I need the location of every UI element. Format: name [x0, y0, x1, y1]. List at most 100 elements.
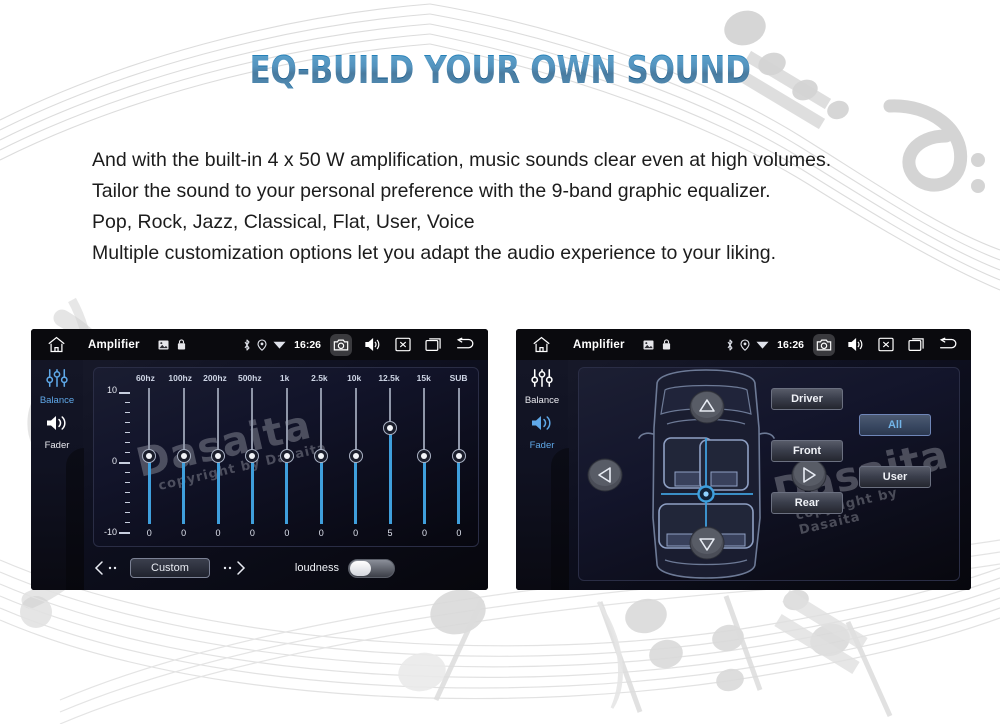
- home-icon[interactable]: [47, 336, 66, 353]
- eq-slider-thumb[interactable]: [348, 449, 363, 463]
- band-label-0: 60hz: [135, 373, 155, 383]
- volume-icon[interactable]: [361, 334, 383, 356]
- preset-front-button[interactable]: Front: [771, 440, 843, 462]
- loudness-toggle[interactable]: [347, 558, 395, 578]
- gain-scale: 10 0 -10: [100, 385, 130, 540]
- bluetooth-icon: [244, 338, 250, 351]
- band-label-9: SUB: [449, 373, 468, 383]
- chevron-right-icon[interactable]: [222, 560, 247, 576]
- eq-slider-1k[interactable]: 0: [270, 388, 304, 538]
- band-label-4: 1k: [279, 373, 290, 383]
- rail-item-fader-label: Fader: [529, 440, 555, 451]
- eq-slider-15k[interactable]: 0: [407, 388, 441, 538]
- eq-slider-value-5: 0: [318, 528, 324, 538]
- back-icon[interactable]: [937, 334, 959, 356]
- lock-icon: [662, 339, 670, 350]
- fader-preset-buttons: Driver Front Rear All User: [769, 384, 949, 564]
- band-label-5: 2.5k: [311, 373, 328, 383]
- band-label-1: 100hz: [168, 373, 192, 383]
- eq-slider-500hz[interactable]: 0: [235, 388, 269, 538]
- status-bar-title: Amplifier: [88, 338, 140, 351]
- location-icon: [257, 338, 267, 351]
- arrow-left-icon[interactable]: [587, 458, 623, 492]
- eq-slider-thumb[interactable]: [279, 449, 294, 463]
- band-label-7: 12.5k: [378, 373, 400, 383]
- close-box-icon[interactable]: [875, 334, 897, 356]
- home-icon[interactable]: [532, 336, 551, 353]
- status-bar-mini-icons: [643, 339, 671, 350]
- eq-slider-sub[interactable]: 0: [442, 388, 476, 538]
- rail-item-balance-label: Balance: [39, 395, 75, 406]
- preset-driver-button[interactable]: Driver: [771, 388, 843, 410]
- eq-sliders: 0 0 0 0 0 0 0 5 0 0: [132, 388, 476, 538]
- eq-slider-thumb[interactable]: [176, 449, 191, 463]
- bluetooth-icon: [727, 338, 733, 351]
- preset-user-button[interactable]: User: [859, 466, 931, 488]
- dots-icon: [108, 566, 117, 570]
- band-label-3: 500hz: [237, 373, 262, 383]
- eq-slider-value-7: 5: [387, 528, 393, 538]
- camera-icon[interactable]: [330, 333, 352, 356]
- equalizer-screenshot: Amplifier 16:26 Balance Fader 60hz 100hz…: [31, 329, 488, 590]
- scale-label-mid: 0: [111, 456, 117, 466]
- rail-item-fader[interactable]: Fader: [31, 413, 83, 451]
- eq-slider-thumb[interactable]: [245, 449, 260, 463]
- eq-slider-thumb[interactable]: [211, 449, 226, 463]
- eq-slider-thumb[interactable]: [417, 449, 432, 463]
- page-root: EQ-BUILD YOUR OWN SOUND And with the bui…: [0, 0, 1000, 724]
- eq-slider-thumb[interactable]: [314, 449, 329, 463]
- speaker-icon: [532, 416, 551, 430]
- eq-slider-10k[interactable]: 0: [338, 388, 372, 538]
- dots-icon: [223, 566, 232, 570]
- eq-slider-thumb[interactable]: [383, 421, 398, 435]
- arrow-up-icon[interactable]: [689, 390, 725, 424]
- loudness-control: loudness: [295, 558, 395, 578]
- rail-item-balance[interactable]: Balance: [31, 368, 83, 406]
- fader-body: Balance Fader Dasaita copyright by Dasai…: [516, 360, 971, 590]
- back-icon[interactable]: [454, 334, 476, 356]
- page-title: EQ-BUILD YOUR OWN SOUND: [90, 48, 910, 92]
- eq-bottom-bar: Custom loudness: [93, 552, 479, 584]
- balance-fader-panel: Dasaita copyright by Dasaita: [578, 367, 960, 581]
- eq-slider-value-3: 0: [249, 528, 255, 538]
- scale-label-top: 10: [106, 385, 117, 395]
- eq-slider-value-2: 0: [215, 528, 221, 538]
- volume-icon[interactable]: [844, 334, 866, 356]
- chevron-left-icon[interactable]: [93, 560, 118, 576]
- eq-slider-value-4: 0: [284, 528, 290, 538]
- rail-item-balance[interactable]: Balance: [516, 368, 568, 406]
- rail-item-fader[interactable]: Fader: [516, 413, 568, 451]
- wifi-icon: [756, 341, 769, 349]
- toggle-knob: [349, 560, 371, 576]
- recents-icon[interactable]: [423, 334, 445, 356]
- eq-slider-200hz[interactable]: 0: [201, 388, 235, 538]
- preset-custom-button[interactable]: Custom: [130, 558, 210, 578]
- status-bar: Amplifier 16:26: [31, 329, 488, 360]
- description-line-2: Tailor the sound to your personal prefer…: [92, 180, 771, 202]
- eq-slider-value-6: 0: [353, 528, 359, 538]
- equalizer-icon: [46, 369, 68, 387]
- camera-icon[interactable]: [813, 333, 835, 356]
- eq-slider-60hz[interactable]: 0: [132, 388, 166, 538]
- preset-rear-button[interactable]: Rear: [771, 492, 843, 514]
- band-label-2: 200hz: [203, 373, 227, 383]
- recents-icon[interactable]: [906, 334, 928, 356]
- band-frequency-labels: 60hz 100hz 200hz 500hz 1k 2.5k 10k 12.5k…: [128, 373, 476, 383]
- arrow-down-icon[interactable]: [689, 526, 725, 560]
- eq-slider-value-0: 0: [146, 528, 152, 538]
- rail-item-fader-label: Fader: [44, 440, 70, 451]
- preset-all-button[interactable]: All: [859, 414, 931, 436]
- eq-slider-thumb[interactable]: [451, 449, 466, 463]
- band-label-6: 10k: [347, 373, 362, 383]
- eq-slider-2.5k[interactable]: 0: [304, 388, 338, 538]
- description-block: And with the built-in 4 x 50 W amplifica…: [92, 145, 922, 269]
- eq-slider-12.5k[interactable]: 5: [373, 388, 407, 538]
- description-line-3: Pop, Rock, Jazz, Classical, Flat, User, …: [92, 211, 475, 233]
- eq-slider-value-1: 0: [181, 528, 187, 538]
- status-indicators: 16:26: [243, 339, 321, 351]
- eq-slider-100hz[interactable]: 0: [166, 388, 200, 538]
- status-bar-clock: 16:26: [777, 338, 804, 351]
- eq-slider-thumb[interactable]: [142, 449, 157, 463]
- close-box-icon[interactable]: [392, 334, 414, 356]
- eq-slider-value-9: 0: [456, 528, 462, 538]
